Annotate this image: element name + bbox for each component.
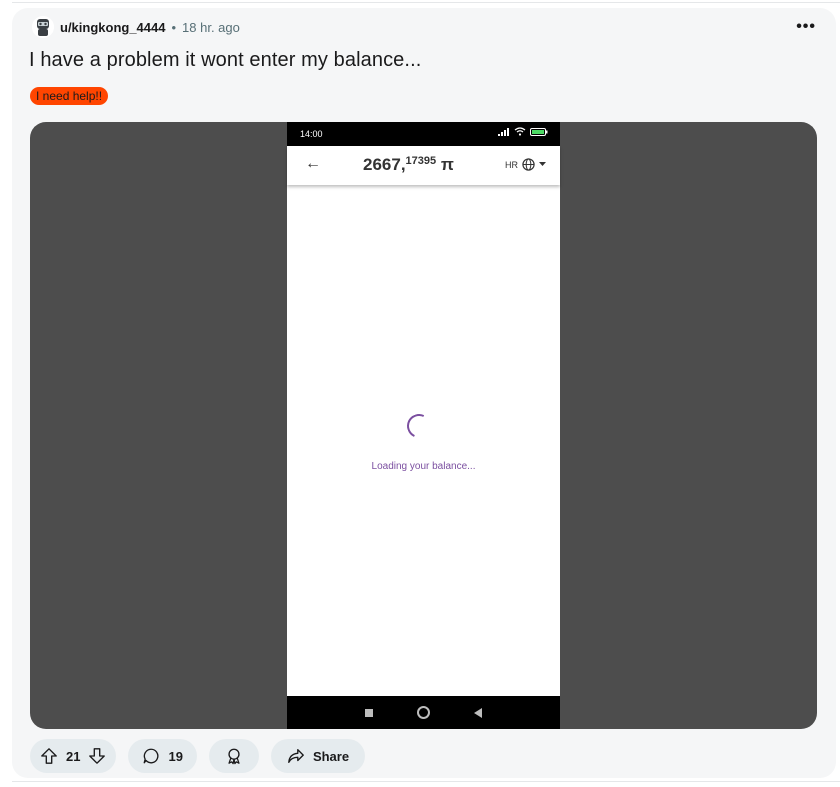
language-selector: HR (505, 158, 546, 171)
wifi-icon (514, 127, 526, 136)
share-icon (288, 749, 304, 763)
post-card[interactable]: u/kingkong_4444 • 18 hr. ago ••• I have … (12, 8, 836, 778)
language-code: HR (505, 159, 518, 170)
loading-spinner (403, 410, 435, 442)
username[interactable]: u/kingkong_4444 (60, 20, 165, 35)
upvote-icon[interactable] (40, 747, 58, 765)
post-flair[interactable]: I need help!! (30, 87, 109, 105)
post-title[interactable]: I have a problem it wont enter my balanc… (29, 49, 421, 72)
balance-display: 2667,17395 π (363, 155, 454, 175)
post-meta: u/kingkong_4444 • 18 hr. ago (32, 15, 240, 39)
action-bar: 21 19 Share (30, 739, 366, 773)
top-divider (12, 2, 840, 3)
balance-decimals: 17395 (405, 155, 437, 167)
share-label: Share (312, 748, 350, 764)
comments-button[interactable]: 19 (128, 739, 197, 773)
home-icon (417, 706, 430, 719)
phone-app-bar: ← 2667,17395 π HR (287, 146, 560, 185)
caret-down-icon (539, 162, 546, 166)
award-button[interactable] (208, 739, 259, 773)
status-time: 14:00 (300, 129, 323, 139)
recents-icon (365, 708, 373, 717)
status-icons (498, 127, 548, 136)
award-icon (228, 748, 240, 765)
phone-screenshot: 14:00 ← 2667,17395 π HR Loading your bal… (287, 122, 560, 729)
globe-icon (522, 158, 535, 171)
comment-count: 19 (168, 748, 183, 764)
vote-count: 21 (66, 748, 81, 764)
signal-icon (498, 127, 509, 136)
more-options-icon[interactable]: ••• (796, 18, 816, 36)
bottom-divider (12, 781, 840, 782)
post-image[interactable]: 14:00 ← 2667,17395 π HR Loading your bal… (30, 122, 817, 729)
phone-nav-bar (287, 696, 560, 729)
back-triangle-icon (474, 707, 482, 718)
avatar[interactable] (32, 16, 54, 38)
phone-status-bar: 14:00 (287, 122, 560, 146)
battery-icon (530, 127, 548, 136)
post-time: 18 hr. ago (182, 19, 240, 35)
share-button[interactable]: Share (270, 739, 366, 773)
vote-group: 21 (30, 739, 117, 773)
loading-text: Loading your balance... (371, 461, 476, 472)
meta-separator: • (171, 19, 177, 35)
back-arrow-icon: ← (305, 155, 321, 172)
pi-symbol: π (440, 155, 454, 174)
comment-icon (144, 748, 159, 764)
downvote-icon[interactable] (88, 747, 106, 765)
balance-int: 2667, (363, 155, 406, 174)
robot-avatar-icon (32, 16, 54, 38)
